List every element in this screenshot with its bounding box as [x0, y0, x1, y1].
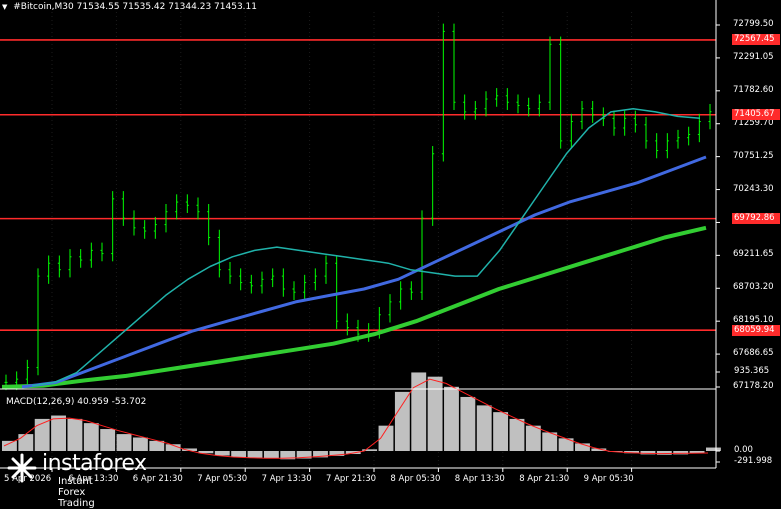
price-tick-label: 72799.50: [733, 19, 774, 29]
ma-fast-line: [31, 107, 701, 387]
macd-histogram-bar: [100, 429, 116, 451]
macd-label: MACD(12,26,9) 40.959 -53.702: [6, 397, 147, 407]
macd-histogram-bar: [525, 425, 541, 451]
time-tick-label: 8 Apr 05:30: [390, 474, 441, 484]
macd-histogram-bar: [116, 434, 132, 451]
macd-tick-label: 0.00: [734, 445, 753, 455]
macd-histogram-bar: [18, 434, 34, 451]
time-tick-label: 7 Apr 05:30: [197, 474, 248, 484]
macd-histogram-bar: [411, 372, 427, 451]
macd-tick-label: 935.365: [734, 366, 770, 376]
price-tick-label: 70751.25: [733, 150, 774, 161]
macd-histogram-bar: [493, 412, 509, 451]
time-tick-label: 8 Apr 21:30: [519, 474, 570, 484]
macd-histogram-bar: [427, 376, 443, 451]
time-tick-label: 9 Apr 05:30: [583, 474, 634, 484]
macd-histogram-bar: [444, 386, 459, 451]
macd-histogram-bar: [476, 405, 492, 451]
price-tick-label: 67686.65: [733, 348, 774, 359]
macd-indicator: [2, 372, 721, 460]
price-chart[interactable]: [0, 0, 781, 489]
price-candles: [4, 23, 712, 391]
moving-averages: [1, 107, 707, 389]
watermark-name: instaforex: [42, 451, 147, 476]
macd-histogram-bar: [263, 451, 279, 459]
symbol-header: ▼ #Bitcoin,M30 71534.55 71535.42 71344.2…: [2, 2, 257, 12]
ma-mid-line: [21, 155, 707, 389]
level-price-label: 72567.45: [732, 34, 780, 46]
price-tick-label: 70243.30: [733, 183, 774, 194]
macd-histogram-bar: [132, 437, 148, 451]
horizontal-levels[interactable]: [0, 39, 716, 332]
symbol-label: #Bitcoin,M30: [13, 2, 74, 12]
macd-histogram-bar: [656, 451, 672, 455]
macd-histogram-bar: [83, 423, 99, 451]
macd-histogram-bar: [706, 447, 721, 451]
level-price-label: 69792.86: [732, 213, 780, 225]
price-tick-label: 69211.65: [733, 249, 774, 260]
macd-histogram-bar: [214, 451, 230, 456]
price-tick-label: 72291.05: [733, 51, 774, 62]
price-tick-label: 68703.20: [733, 282, 774, 293]
price-tick-label: 71782.60: [733, 84, 774, 95]
macd-histogram-bar: [509, 418, 525, 451]
instaforex-logo-icon: [7, 453, 37, 483]
macd-histogram-bar: [460, 396, 476, 451]
time-tick-label: 7 Apr 21:30: [326, 474, 377, 484]
macd-histogram-bar: [542, 432, 558, 451]
time-tick-label: 8 Apr 13:30: [454, 474, 505, 484]
macd-tick-label: -291.998: [734, 456, 773, 466]
price-tick-label: 67178.20: [733, 381, 774, 391]
level-price-label: 71405.67: [732, 109, 780, 121]
macd-histogram-bar: [247, 451, 263, 458]
ohlc-values: 71534.55 71535.42 71344.23 71453.11: [76, 2, 257, 12]
macd-histogram-bar: [394, 391, 410, 451]
macd-histogram-bar: [67, 418, 83, 451]
watermark-tagline: Instant Forex Trading: [58, 476, 95, 509]
time-tick-label: 7 Apr 13:30: [261, 474, 312, 484]
level-price-label: 68059.94: [732, 324, 780, 336]
macd-histogram-bar: [51, 415, 66, 451]
dropdown-triangle-icon[interactable]: ▼: [2, 3, 7, 11]
macd-histogram-bar: [231, 451, 247, 458]
